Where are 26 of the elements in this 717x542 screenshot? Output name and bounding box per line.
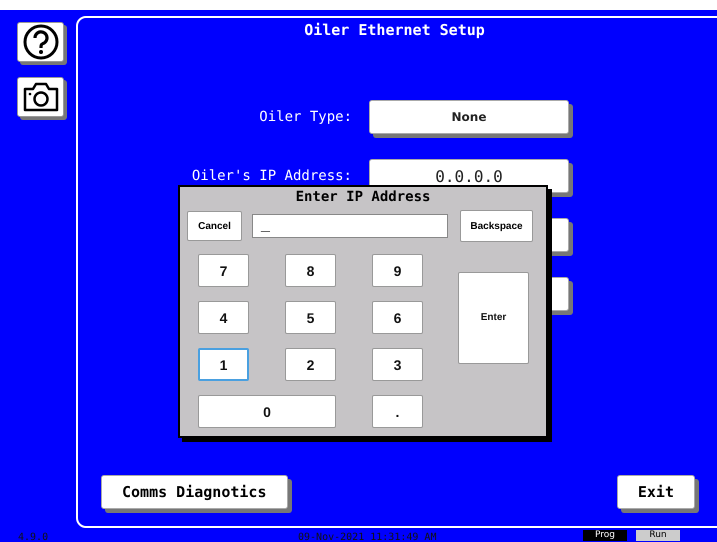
help-icon <box>22 23 60 61</box>
backspace-button[interactable]: Backspace <box>460 210 533 242</box>
date-time: 09-Nov-2021 11:31:49 AM <box>298 532 436 542</box>
keypad-key[interactable]: 4 <box>198 301 249 334</box>
keypad-key[interactable]: . <box>372 395 423 428</box>
version-text: 4.9.0 <box>18 532 48 542</box>
field-label: Oiler's IP Address: <box>190 168 352 184</box>
enter-button[interactable]: Enter <box>458 272 529 364</box>
camera-button[interactable] <box>17 77 64 117</box>
help-button[interactable] <box>17 22 64 62</box>
keypad-key[interactable]: 1 <box>198 348 249 381</box>
keypad-key[interactable]: 6 <box>372 301 423 334</box>
keypad-key[interactable]: 8 <box>285 254 336 287</box>
mode-indicator: Run <box>636 530 680 541</box>
panel-title: Oiler Ethernet Setup <box>304 21 485 39</box>
field-label: Oiler Type: <box>258 109 352 125</box>
cancel-button[interactable]: Cancel <box>187 211 242 241</box>
camera-icon <box>22 81 60 113</box>
keypad-key[interactable]: 2 <box>285 348 336 381</box>
keypad-key[interactable]: 3 <box>372 348 423 381</box>
ip-input-field[interactable]: _ <box>252 214 448 238</box>
keypad-key[interactable]: 9 <box>372 254 423 287</box>
mode-indicator: Prog <box>583 530 627 541</box>
keypad-key[interactable]: 7 <box>198 254 249 287</box>
keypad-key[interactable]: 5 <box>285 301 336 334</box>
keypad-key[interactable]: 0 <box>198 395 336 428</box>
